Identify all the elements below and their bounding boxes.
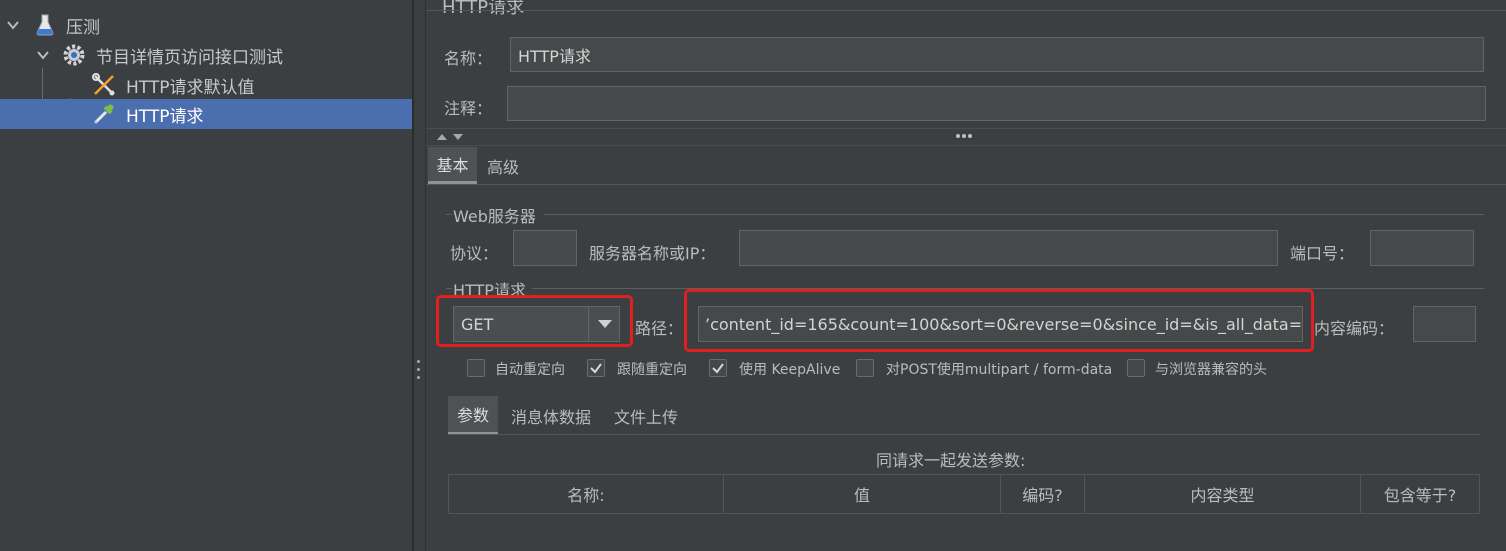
name-label: 名称： xyxy=(444,49,493,68)
tab-body-data[interactable]: 消息体数据 xyxy=(504,396,598,435)
tree-item-thread-group[interactable]: 节目详情页访问接口测试 xyxy=(0,40,412,70)
params-caption: 同请求一起发送参数: xyxy=(876,451,1026,470)
splitter-grip-icon[interactable] xyxy=(416,358,422,382)
checkbox-label: 自动重定向 xyxy=(495,362,565,378)
encoding-label: 内容编码： xyxy=(1314,319,1395,338)
comment-field[interactable] xyxy=(507,86,1486,121)
protocol-label: 协议： xyxy=(450,244,499,263)
tree-item-label: HTTP请求默认值 xyxy=(126,77,255,98)
checkmark-icon xyxy=(712,363,724,374)
params-table-body[interactable] xyxy=(448,514,1480,551)
checkbox-keepalive[interactable] xyxy=(709,359,727,377)
test-plan-tree[interactable]: 压测 节目详情页访问接口测试 HTTP请求默认值 HTTP请求 xyxy=(0,0,412,551)
tab-basic[interactable]: 基本 xyxy=(428,147,477,184)
chevron-down-icon[interactable] xyxy=(36,48,50,62)
port-label: 端口号： xyxy=(1290,244,1355,263)
column-header-include-equals[interactable]: 包含等于? xyxy=(1360,474,1480,514)
tree-item-label: 节目详情页访问接口测试 xyxy=(96,47,283,68)
http-request-panel: HTTP请求 名称： HTTP请求 注释： 基本 高级 Web服务器 协议： 服… xyxy=(426,0,1506,551)
params-table-header: 名称: 值 编码? 内容类型 包含等于? xyxy=(448,474,1480,514)
flask-icon xyxy=(36,14,54,36)
tree-item-http-request[interactable]: HTTP请求 xyxy=(0,99,412,129)
path-label: 路径： xyxy=(635,319,684,338)
comment-label: 注释： xyxy=(444,99,493,118)
tree-item-label: 压测 xyxy=(66,17,100,38)
chevron-down-icon[interactable] xyxy=(6,18,20,32)
tree-item-stress-test[interactable]: 压测 xyxy=(0,10,412,40)
highlight-method xyxy=(436,295,633,347)
tree-item-label: HTTP请求 xyxy=(126,106,204,127)
column-header-value[interactable]: 值 xyxy=(723,474,1001,514)
column-header-content-type[interactable]: 内容类型 xyxy=(1084,474,1361,514)
name-field[interactable]: HTTP请求 xyxy=(510,37,1484,72)
web-server-group-title: Web服务器 xyxy=(453,207,536,226)
checkbox-label: 使用 KeepAlive xyxy=(739,362,841,378)
pipette-icon xyxy=(94,104,114,124)
tab-advanced[interactable]: 高级 xyxy=(480,147,526,184)
drag-handle-icon[interactable] xyxy=(954,134,974,140)
checkbox-multipart[interactable] xyxy=(856,359,874,377)
server-label: 服务器名称或IP： xyxy=(589,244,716,263)
collapse-arrows-icon[interactable] xyxy=(436,132,466,142)
splitter[interactable] xyxy=(412,0,414,551)
protocol-field[interactable] xyxy=(513,230,577,266)
encoding-field[interactable] xyxy=(1413,306,1476,342)
column-header-name[interactable]: 名称: xyxy=(448,474,724,514)
tree-item-http-defaults[interactable]: HTTP请求默认值 xyxy=(0,70,412,100)
checkbox-label: 与浏览器兼容的头 xyxy=(1155,362,1267,378)
wrench-icon xyxy=(92,73,115,96)
checkbox-follow-redirect[interactable] xyxy=(587,359,605,377)
title-divider xyxy=(426,10,1506,11)
checkmark-icon xyxy=(590,363,602,374)
checkbox-browser-compatible-headers[interactable] xyxy=(1127,359,1145,377)
checkbox-label: 对POST使用multipart / form-data xyxy=(886,362,1113,378)
checkbox-auto-redirect[interactable] xyxy=(467,359,485,377)
gear-icon xyxy=(63,44,85,66)
column-header-encode[interactable]: 编码? xyxy=(1000,474,1085,514)
server-field[interactable] xyxy=(739,230,1278,266)
tab-file-upload[interactable]: 文件上传 xyxy=(608,396,684,435)
port-field[interactable] xyxy=(1370,230,1474,266)
highlight-path xyxy=(684,289,1314,352)
tab-parameters[interactable]: 参数 xyxy=(448,396,498,435)
checkbox-label: 跟随重定向 xyxy=(617,362,687,378)
